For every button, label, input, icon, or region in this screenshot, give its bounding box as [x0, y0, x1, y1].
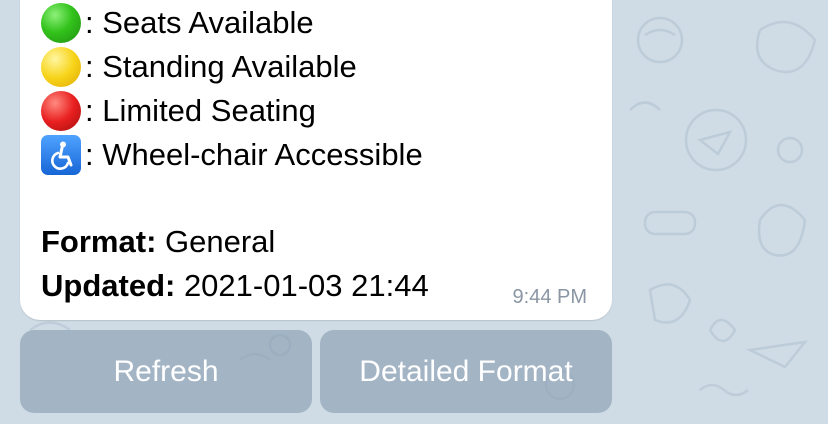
- format-label: Format:: [41, 224, 157, 259]
- legend-item-standing-available: : Standing Available: [41, 47, 357, 87]
- legend-item-seats-available: : Seats Available: [41, 3, 314, 43]
- legend-item-label: : Limited Seating: [85, 93, 316, 128]
- red-circle-icon: [41, 91, 81, 131]
- updated-line: Updated: 2021-01-03 21:44: [41, 268, 429, 304]
- legend-item-label: : Wheel-chair Accessible: [85, 137, 423, 172]
- legend-item-label: : Standing Available: [85, 49, 357, 84]
- legend-item-wheelchair-accessible: : Wheel-chair Accessible: [41, 135, 423, 175]
- format-value: General: [156, 224, 276, 259]
- detailed-format-button[interactable]: Detailed Format: [320, 330, 612, 413]
- updated-label: Updated:: [41, 268, 176, 303]
- green-circle-icon: [41, 3, 81, 43]
- refresh-button-label: Refresh: [113, 354, 219, 388]
- legend-item-limited-seating: : Limited Seating: [41, 91, 316, 131]
- legend-item-label: : Seats Available: [85, 5, 314, 40]
- updated-value: 2021-01-03 21:44: [175, 268, 429, 303]
- format-line: Format: General: [41, 224, 275, 260]
- detailed-format-button-label: Detailed Format: [359, 354, 573, 388]
- message-bubble: : Seats Available : Standing Available :…: [20, 0, 612, 320]
- message-timestamp: 9:44 PM: [512, 286, 587, 308]
- wheelchair-icon: [41, 135, 81, 175]
- refresh-button[interactable]: Refresh: [20, 330, 312, 413]
- yellow-circle-icon: [41, 47, 81, 87]
